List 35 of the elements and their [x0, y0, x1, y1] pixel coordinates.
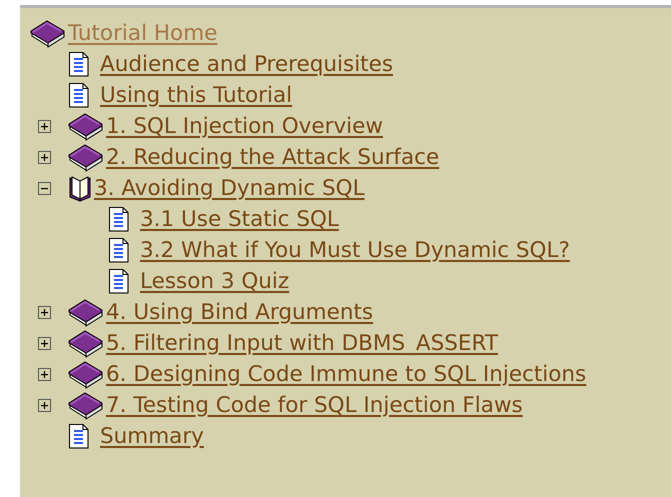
book-icon — [68, 112, 104, 140]
expand-icon[interactable] — [38, 399, 51, 412]
document-icon — [68, 423, 90, 450]
book-icon — [30, 20, 66, 48]
book-icon — [68, 360, 104, 388]
tree-link[interactable]: 3. Avoiding Dynamic SQL — [94, 176, 365, 200]
open-book-icon — [68, 174, 92, 202]
tree-link[interactable]: 1. SQL Injection Overview — [106, 114, 383, 138]
book-icon — [68, 144, 104, 172]
book-icon — [68, 330, 104, 358]
expand-icon[interactable] — [38, 151, 51, 164]
expand-icon[interactable] — [38, 337, 51, 350]
tree-link[interactable]: 4. Using Bind Arguments — [106, 300, 374, 324]
tree-link[interactable]: Audience and Prerequisites — [100, 52, 394, 76]
document-icon — [68, 82, 90, 109]
expand-icon[interactable] — [38, 368, 51, 381]
collapse-icon[interactable] — [38, 182, 51, 195]
document-icon — [108, 206, 130, 233]
tree-link[interactable]: Summary — [100, 424, 204, 448]
tree-link[interactable]: 3.2 What if You Must Use Dynamic SQL? — [140, 238, 570, 262]
tree-link[interactable]: 7. Testing Code for SQL Injection Flaws — [106, 394, 523, 418]
expand-icon[interactable] — [38, 306, 51, 319]
document-icon — [108, 268, 130, 295]
tree-link[interactable]: 3.1 Use Static SQL — [140, 208, 339, 232]
tree-link[interactable]: 5. Filtering Input with DBMS_ASSERT — [106, 332, 498, 356]
tree-link[interactable]: 2. Reducing the Attack Surface — [106, 146, 440, 170]
document-icon — [108, 237, 130, 264]
tree-link[interactable]: Lesson 3 Quiz — [140, 270, 290, 294]
tree-link[interactable]: Using this Tutorial — [100, 84, 292, 108]
book-icon — [68, 298, 104, 326]
tree-link[interactable]: Tutorial Home — [68, 22, 218, 46]
expand-icon[interactable] — [38, 120, 51, 133]
book-icon — [68, 392, 104, 420]
document-icon — [68, 51, 90, 78]
tree-link[interactable]: 6. Designing Code Immune to SQL Injections — [106, 362, 586, 386]
